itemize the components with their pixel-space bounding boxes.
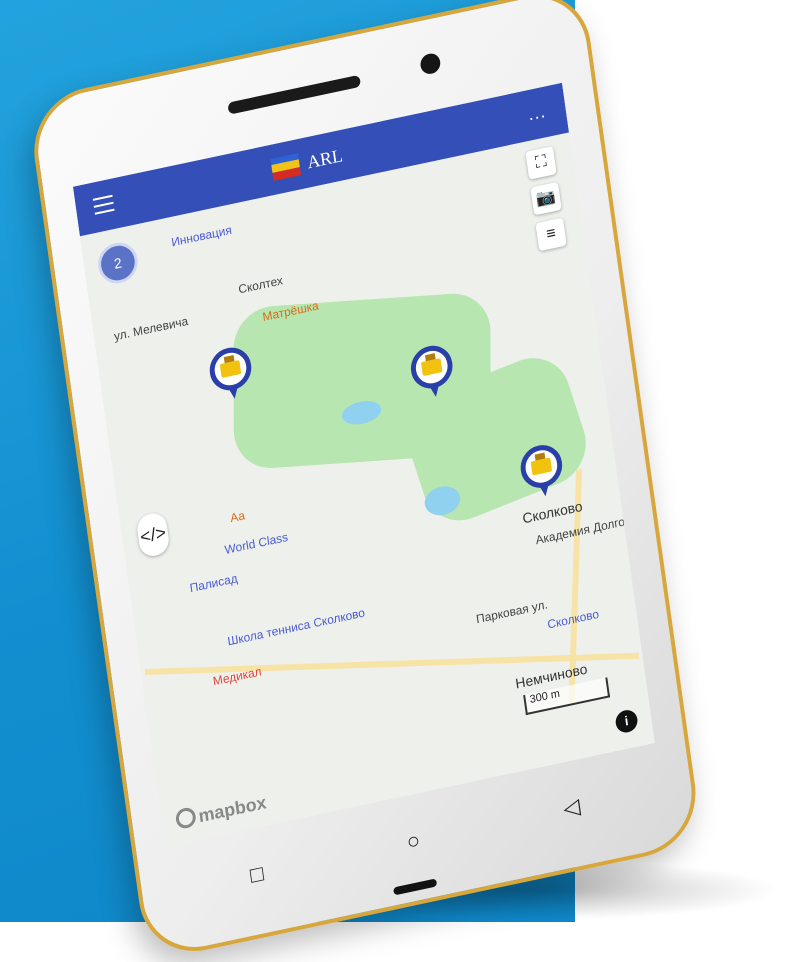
app-title: ARL bbox=[305, 145, 344, 173]
building-icon bbox=[219, 359, 242, 379]
usb-port bbox=[393, 878, 438, 896]
map-label: Палисад bbox=[188, 571, 239, 596]
cluster-badge[interactable]: 2 bbox=[95, 239, 141, 288]
mapbox-logo[interactable]: mapbox bbox=[174, 791, 268, 832]
collapse-panel-button[interactable]: </> bbox=[135, 510, 171, 559]
more-icon[interactable]: ... bbox=[527, 101, 548, 126]
building-icon bbox=[530, 457, 553, 476]
app-screen: ARL ... 2 ⛶ 📷 ≡ Инновация ул. Мелевича С… bbox=[72, 82, 655, 847]
fullscreen-icon[interactable]: ⛶ bbox=[525, 146, 557, 180]
layers-icon[interactable]: ≡ bbox=[535, 217, 567, 252]
app-logo bbox=[270, 153, 301, 181]
screenshot-icon[interactable]: 📷 bbox=[530, 181, 562, 216]
map-label: ул. Мелевича bbox=[113, 313, 189, 344]
map-label: Аа bbox=[229, 508, 246, 526]
front-camera bbox=[419, 51, 442, 76]
circle-icon[interactable]: ○ bbox=[405, 827, 422, 856]
speaker-grille bbox=[227, 74, 362, 115]
phone-body: ARL ... 2 ⛶ 📷 ≡ Инновация ул. Мелевича С… bbox=[26, 0, 704, 962]
square-icon[interactable]: □ bbox=[249, 860, 266, 889]
building-icon bbox=[420, 358, 443, 377]
map-view[interactable]: 2 ⛶ 📷 ≡ Инновация ул. Мелевича Сколтех М… bbox=[79, 132, 655, 847]
map-label: Школа тенниса Сколково bbox=[226, 605, 366, 649]
triangle-icon[interactable]: ◁ bbox=[562, 793, 582, 822]
hamburger-icon[interactable] bbox=[92, 194, 115, 217]
map-label: Сколтех bbox=[237, 273, 284, 297]
map-label: World Class bbox=[223, 529, 289, 558]
info-icon[interactable]: i bbox=[614, 708, 639, 735]
phone-mockup: ARL ... 2 ⛶ 📷 ≡ Инновация ул. Мелевича С… bbox=[26, 0, 734, 962]
map-label: Инновация bbox=[170, 222, 233, 250]
map-label: Парковая ул. bbox=[475, 597, 549, 627]
